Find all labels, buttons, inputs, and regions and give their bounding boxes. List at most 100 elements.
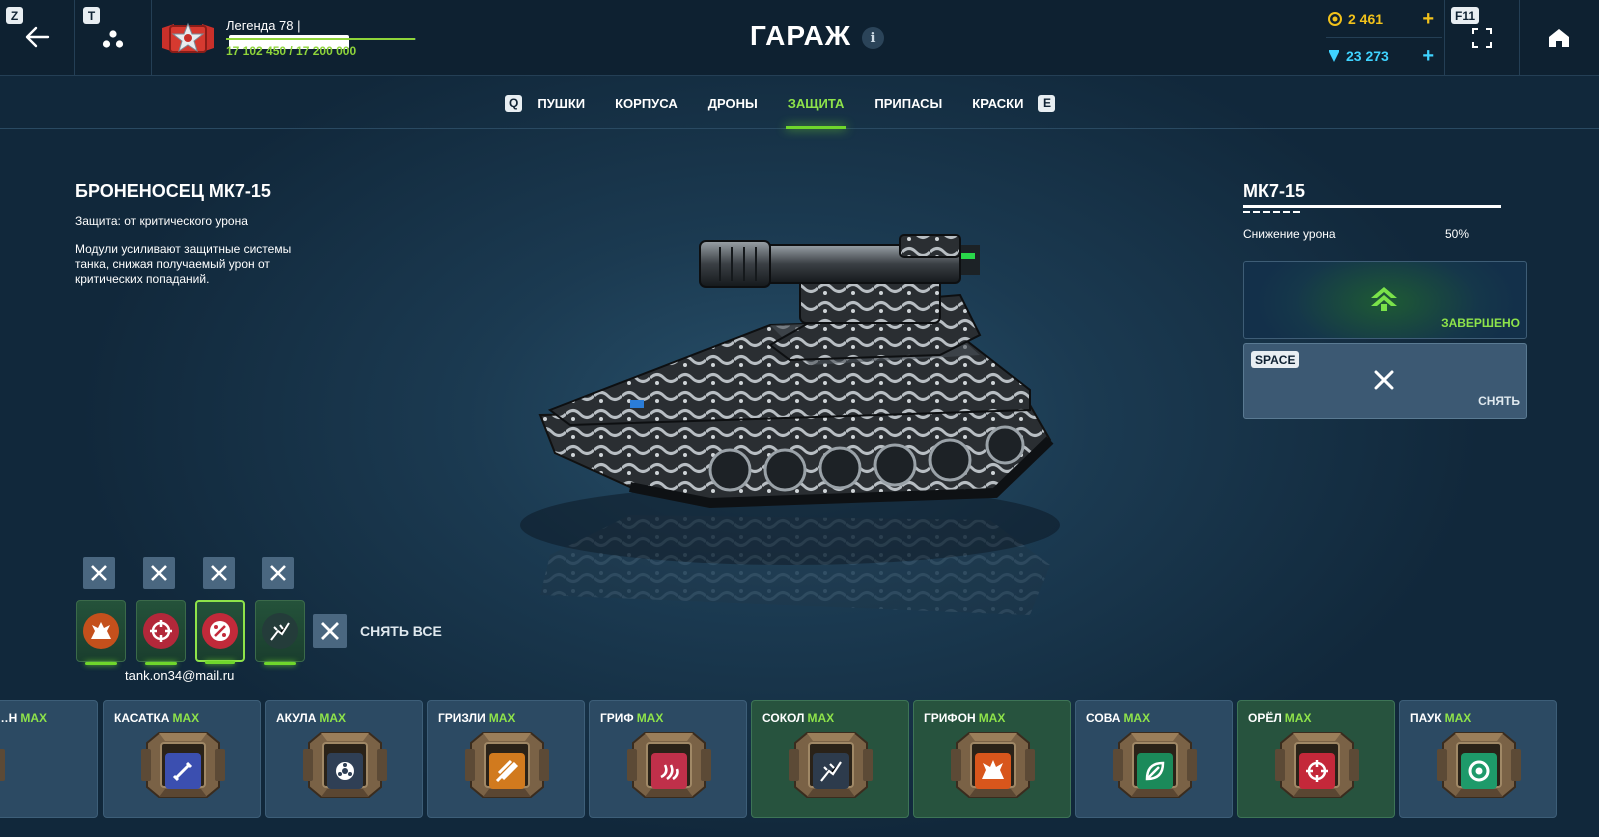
crystals-value: 23 273 — [1346, 48, 1389, 64]
percent-icon — [202, 613, 238, 649]
crystal-icon — [1329, 50, 1339, 62]
module-card-name: …Н — [0, 711, 18, 725]
module-card[interactable]: СОКОЛ MAX — [751, 700, 909, 818]
experience-bar — [226, 38, 416, 40]
module-card-name: СОКОЛ — [762, 711, 805, 725]
fullscreen-icon — [1472, 28, 1492, 48]
home-icon — [1549, 29, 1569, 47]
close-icon — [270, 565, 286, 581]
module-card-max: MAX — [172, 711, 200, 725]
module-card[interactable]: ПАУК MAX — [1399, 700, 1557, 818]
module-card-name: ОРЁЛ — [1248, 711, 1282, 725]
module-card-max: MAX — [20, 711, 47, 725]
info-icon[interactable]: i — [862, 27, 884, 49]
category-tabs: Q ПУШКИ КОРПУСА ДРОНЫ ЗАЩИТА ПРИПАСЫ КРА… — [505, 93, 1056, 129]
tab-hulls[interactable]: КОРПУСА — [615, 96, 678, 111]
module-card-title: АКУЛА MAX — [276, 711, 346, 725]
prev-tab-hotkey[interactable]: Q — [505, 94, 523, 112]
friends-icon — [102, 30, 124, 48]
module-card-title: …НMAX — [0, 711, 47, 725]
rank-insignia-icon — [162, 22, 214, 53]
module-card-title: СОВА MAX — [1086, 711, 1150, 725]
close-icon — [1374, 370, 1394, 390]
stat-value: 50% — [1445, 227, 1470, 241]
module-card[interactable]: ГРИФОН MAX — [913, 700, 1071, 818]
module-card-max: MAX — [1123, 711, 1151, 725]
module-card[interactable]: ГРИЗЛИ MAX — [427, 700, 585, 818]
remove-all-button[interactable] — [313, 614, 347, 648]
rocket-icon — [489, 753, 525, 789]
module-card[interactable]: АКУЛА MAX — [265, 700, 423, 818]
unequip-label: СНЯТЬ — [1478, 394, 1520, 408]
module-card-max: MAX — [488, 711, 516, 725]
remove-all-label[interactable]: СНЯТЬ ВСЕ — [360, 623, 442, 639]
close-icon — [91, 565, 107, 581]
module-card-title: ГРИФ MAX — [600, 711, 663, 725]
coin-icon — [1328, 12, 1342, 26]
module-card[interactable]: СОВА MAX — [1075, 700, 1233, 818]
currency-panel: 2 461 + 23 273 + — [1318, 0, 1444, 76]
module-card-max: MAX — [319, 711, 347, 725]
module-card-name: АКУЛА — [276, 711, 317, 725]
module-card-max: MAX — [978, 711, 1006, 725]
tab-paints[interactable]: КРАСКИ — [972, 96, 1023, 111]
tab-drones[interactable]: ДРОНЫ — [708, 96, 758, 111]
slot-2-remove-button[interactable] — [143, 557, 175, 589]
crosshair-icon — [143, 613, 179, 649]
coins-balance: 2 461 + — [1328, 8, 1438, 30]
module-card-name: СОВА — [1086, 711, 1121, 725]
tab-protection[interactable]: ЗАЩИТА — [785, 96, 847, 129]
home-button[interactable] — [1520, 0, 1599, 76]
item-title: БРОНЕНОСЕЦ МК7-15 — [75, 181, 271, 201]
buy-crystals-button[interactable]: + — [1422, 45, 1434, 68]
slot-4-remove-button[interactable] — [262, 557, 294, 589]
module-card-max: MAX — [807, 711, 835, 725]
back-button[interactable]: Z — [0, 0, 75, 76]
module-slot-1[interactable] — [76, 600, 126, 665]
unequip-button[interactable]: SPACE СНЯТЬ — [1243, 343, 1527, 419]
module-slot-2[interactable] — [136, 600, 186, 665]
module-card[interactable]: ОРЁЛ MAX — [1237, 700, 1395, 818]
page-title: ГАРАЖ — [750, 20, 852, 51]
slot-1-remove-button[interactable] — [83, 557, 115, 589]
tab-supplies[interactable]: ПРИПАСЫ — [874, 96, 942, 111]
friends-button[interactable]: T — [75, 0, 152, 76]
back-arrow-icon — [25, 26, 50, 48]
module-name: МК7-15 — [1243, 181, 1306, 201]
module-slot-3[interactable] — [195, 600, 245, 664]
module-card[interactable]: …НMAX — [0, 700, 98, 818]
hotkey-badge: T — [83, 7, 100, 24]
close-icon — [321, 622, 339, 640]
module-card-name: ГРИФОН — [924, 711, 976, 725]
slot-3-remove-button[interactable] — [203, 557, 235, 589]
module-card-name: ГРИЗЛИ — [438, 711, 486, 725]
upgrade-button[interactable]: ЗАВЕРШЕНО — [1243, 261, 1527, 339]
module-card-name: ГРИФ — [600, 711, 634, 725]
buy-coins-button[interactable]: + — [1422, 8, 1434, 31]
fire-icon — [651, 753, 687, 789]
tab-guns[interactable]: ПУШКИ — [537, 96, 585, 111]
module-card-title: ГРИЗЛИ MAX — [438, 711, 515, 725]
next-tab-hotkey[interactable]: E — [1038, 94, 1056, 112]
module-card[interactable]: КАСАТКА MAX — [103, 700, 261, 818]
category-tabs-bar: Q ПУШКИ КОРПУСА ДРОНЫ ЗАЩИТА ПРИПАСЫ КРА… — [0, 77, 1599, 129]
watermark-text: tank.on34@mail.ru — [125, 668, 235, 683]
experience-text: 17 102 450 / 17 200 000 — [226, 44, 357, 58]
module-card-max: MAX — [1284, 711, 1312, 725]
fullscreen-button[interactable]: F11 — [1444, 0, 1520, 76]
module-card-name: ПАУК — [1410, 711, 1442, 725]
top-bar: Z T Легенда 78 | 17 102 450 / 17 200 000… — [0, 0, 1599, 76]
coins-value: 2 461 — [1348, 11, 1384, 27]
player-profile[interactable]: Легенда 78 | 17 102 450 / 17 200 000 — [160, 14, 420, 64]
hotkey-badge: F11 — [1451, 7, 1480, 24]
upgrade-arrows-icon — [1371, 287, 1397, 311]
crystals-balance: 23 273 + — [1328, 45, 1438, 67]
module-card-max: MAX — [1444, 711, 1472, 725]
close-icon — [151, 565, 167, 581]
module-card-title: ОРЁЛ MAX — [1248, 711, 1311, 725]
module-card[interactable]: ГРИФ MAX — [589, 700, 747, 818]
module-slot-4[interactable] — [255, 600, 305, 665]
stat-label: Снижение урона — [1243, 227, 1336, 241]
tank-preview[interactable] — [510, 225, 1070, 665]
crosshair-icon — [1299, 753, 1335, 789]
